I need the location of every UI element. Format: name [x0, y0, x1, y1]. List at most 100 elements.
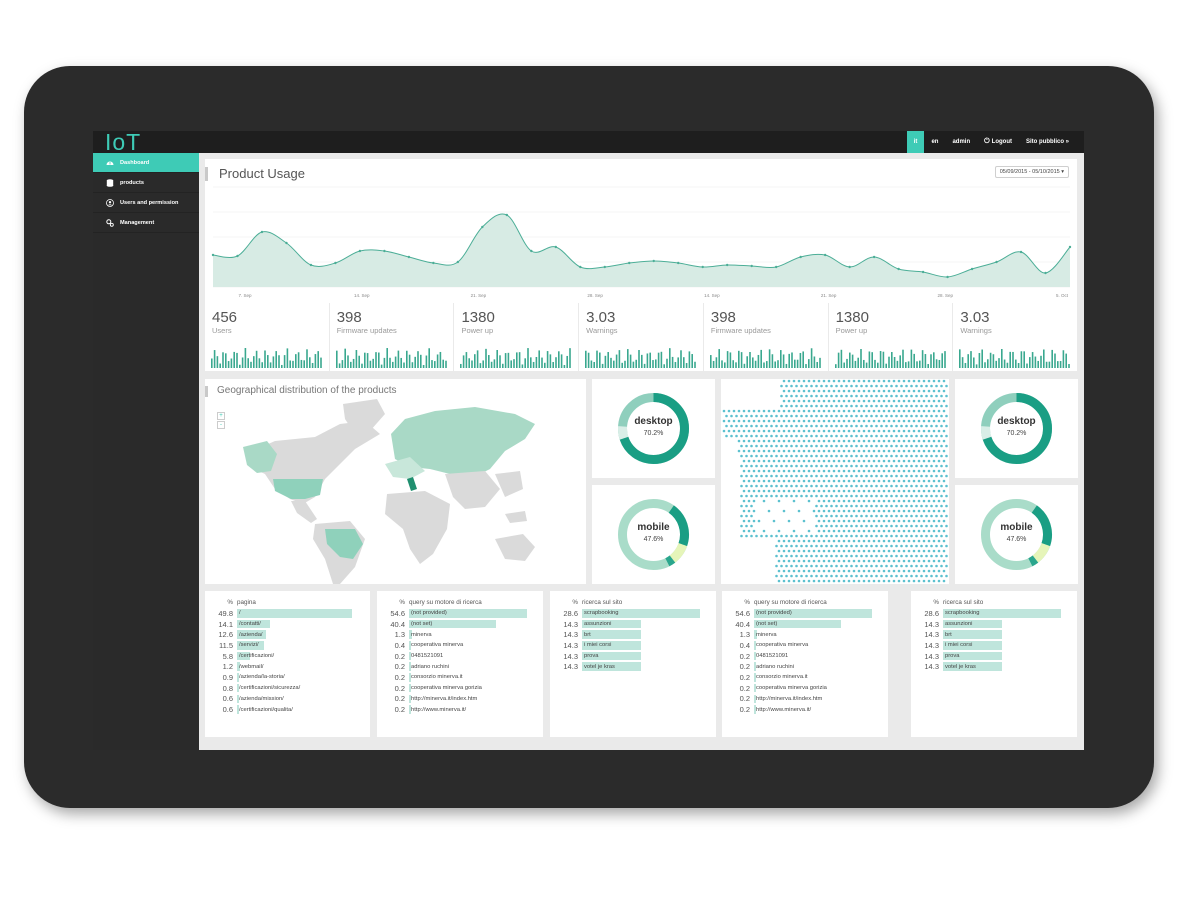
label-column-header[interactable]: ricerca sul sito	[580, 599, 702, 608]
table-row[interactable]: 0.2 http://www.minerva.it/	[730, 704, 874, 715]
table-row[interactable]: 14.1/contatti/	[213, 619, 354, 630]
table-row[interactable]: 14.3 prova	[919, 651, 1063, 662]
world-map[interactable]	[205, 379, 586, 584]
table-row[interactable]: 14.3 brt	[558, 629, 702, 640]
map-dot	[825, 544, 828, 548]
spark-bar	[940, 353, 943, 368]
logout-button[interactable]: ⏻ Logout	[977, 131, 1019, 153]
device-donut[interactable]: desktop 70.2%	[955, 379, 1078, 478]
table-row[interactable]: 0.2 0481521091	[385, 651, 529, 662]
sidebar-item-users[interactable]: Users and permission	[93, 193, 199, 213]
table-row[interactable]: 1.2/webmail/	[213, 661, 354, 672]
map-dot	[865, 474, 868, 478]
spark-bar	[255, 350, 258, 368]
percent-column-header[interactable]: %	[558, 599, 580, 608]
table-row[interactable]: 14.3 votel je kras	[919, 661, 1063, 672]
sidebar-item-dashboard[interactable]: Dashboard	[93, 153, 199, 173]
sidebar-item-management[interactable]: Management	[93, 213, 199, 233]
table-row[interactable]: 14.3 assunzioni	[558, 619, 702, 630]
map-dot	[792, 469, 796, 473]
map-dot	[897, 489, 901, 493]
percent-column-header[interactable]: %	[385, 599, 407, 608]
table-row[interactable]: 49.8/	[213, 608, 354, 619]
table-row[interactable]: 5.8/certificazioni/	[213, 651, 354, 662]
table-row[interactable]: 0.2 http://www.minerva.it/	[385, 704, 529, 715]
table-row[interactable]: 0.6/azienda/mission/	[213, 694, 354, 705]
map-dot	[855, 554, 858, 558]
table-row[interactable]: 1.3 minerva	[730, 629, 874, 640]
public-site-link[interactable]: Sito pubblico »	[1019, 131, 1076, 153]
map-dot	[845, 444, 848, 448]
map-dot	[782, 479, 786, 483]
device-donut[interactable]: mobile 47.6%	[955, 485, 1078, 584]
table-row[interactable]: 0.2 cooperativa minerva gorizia	[730, 683, 874, 694]
data-point	[628, 261, 631, 265]
map-dot	[907, 559, 911, 563]
table-row[interactable]: 0.4 cooperativa minerva	[730, 640, 874, 651]
map-dot	[935, 514, 938, 518]
device-donut[interactable]: mobile 47.6%	[592, 485, 715, 584]
table-row[interactable]: 0.2 cooperativa minerva gorizia	[385, 683, 529, 694]
map-dot	[830, 454, 833, 458]
table-row[interactable]: 14.3 prova	[558, 651, 702, 662]
map-dot	[880, 404, 883, 408]
spark-bar	[735, 362, 737, 368]
table-row[interactable]: 0.2 http://minerva.it/index.htm	[385, 694, 529, 705]
table-row[interactable]: 0.2 consorzio minerva.it	[385, 672, 529, 683]
sidebar-item-products[interactable]: products	[93, 173, 199, 193]
device-donut[interactable]: desktop 70.2%	[592, 379, 715, 478]
map-dot	[810, 574, 813, 578]
europe-dot-map[interactable]	[721, 379, 949, 584]
map-dot	[892, 479, 896, 483]
lang-en-button[interactable]: en	[924, 131, 945, 153]
map-dot	[907, 549, 911, 553]
table-row[interactable]: 14.3 i miei corsi	[558, 640, 702, 651]
map-dot	[750, 444, 753, 448]
row-label: /contatti/	[235, 619, 354, 630]
table-row[interactable]: 0.6/certificazioni/qualita/	[213, 704, 354, 715]
spark-bar	[962, 357, 964, 368]
percent-column-header[interactable]: %	[730, 599, 752, 608]
table-row[interactable]: 0.2 consorzio minerva.it	[730, 672, 874, 683]
table-row[interactable]: 0.9/azienda/la-storia/	[213, 672, 354, 683]
map-dot	[875, 464, 878, 468]
label-column-header[interactable]: ricerca sul sito	[941, 599, 1063, 608]
percent-column-header[interactable]: %	[919, 599, 941, 608]
map-dot	[940, 494, 943, 498]
table-row[interactable]: 40.4 (not set)	[730, 619, 874, 630]
table-row[interactable]: 28.6 scrapbooking	[919, 608, 1063, 619]
table-row[interactable]: 0.4 cooperativa minerva	[385, 640, 529, 651]
map-dot	[932, 449, 936, 453]
table-row[interactable]: 1.3 minerva	[385, 629, 529, 640]
table-row[interactable]: 40.4 (not set)	[385, 619, 529, 630]
table-row[interactable]: 14.3 assunzioni	[919, 619, 1063, 630]
table-row[interactable]: 0.2 0481521091	[730, 651, 874, 662]
table-row[interactable]: 0.2 adriano ruchini	[730, 661, 874, 672]
map-dot	[865, 434, 868, 438]
label-column-header[interactable]: pagina	[235, 599, 354, 608]
map-dot	[945, 414, 948, 418]
lang-it-button[interactable]: it	[906, 131, 925, 153]
map-dot	[917, 489, 921, 493]
map-dot	[845, 514, 848, 518]
admin-menu[interactable]: admin	[945, 131, 977, 153]
table-row[interactable]: 14.3 i miei corsi	[919, 640, 1063, 651]
map-dot	[905, 494, 908, 498]
table-row[interactable]: 14.3 brt	[919, 629, 1063, 640]
map-dot	[867, 379, 871, 383]
table-row[interactable]: 54.6 (not provided)	[730, 608, 874, 619]
table-row[interactable]: 12.6/azienda/	[213, 629, 354, 640]
map-dot	[787, 409, 791, 413]
table-row[interactable]: 54.6 (not provided)	[385, 608, 529, 619]
percent-column-header[interactable]: %	[213, 599, 235, 608]
table-row[interactable]: 0.2 adriano ruchini	[385, 661, 529, 672]
table-row[interactable]: 28.6 scrapbooking	[558, 608, 702, 619]
label-column-header[interactable]: query su motore di ricerca	[407, 599, 529, 608]
table-row[interactable]: 0.2 http://minerva.it/index.htm	[730, 694, 874, 705]
table-row[interactable]: 0.8/certificazioni/sicurezza/	[213, 683, 354, 694]
row-percent: 1.2	[222, 662, 233, 672]
table-row[interactable]: 11.5/servizi/	[213, 640, 354, 651]
map-dot	[857, 489, 861, 493]
label-column-header[interactable]: query su motore di ricerca	[752, 599, 874, 608]
table-row[interactable]: 14.3 votel je kras	[558, 661, 702, 672]
